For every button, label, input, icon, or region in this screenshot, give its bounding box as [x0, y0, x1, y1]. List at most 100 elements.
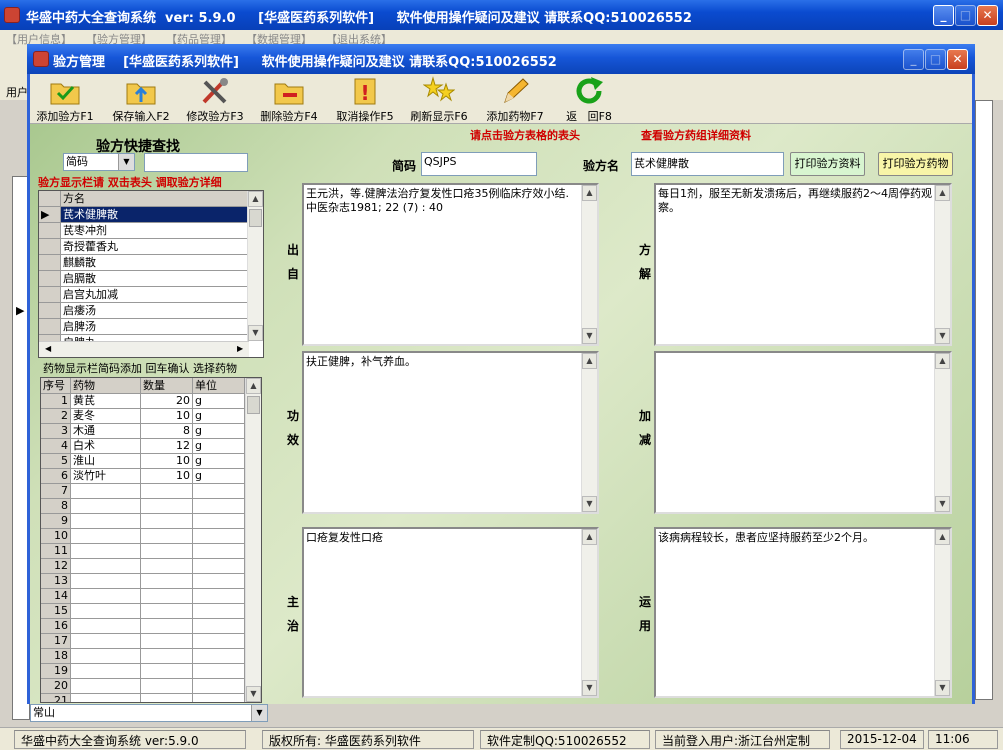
drug-cell-unit[interactable]: [193, 529, 245, 543]
recipe-name-cell[interactable]: 芪枣冲剂: [61, 223, 249, 238]
combo-down-arrow-icon[interactable]: ▼: [251, 705, 267, 721]
recipe-list-hscrollbar[interactable]: ◀ ▶: [39, 341, 249, 357]
drug-cell-name[interactable]: 淮山: [71, 454, 141, 468]
drug-cell-name[interactable]: 木通: [71, 424, 141, 438]
drug-cell-qty[interactable]: 10: [141, 454, 193, 468]
drug-cell-qty[interactable]: 12: [141, 439, 193, 453]
scroll-up-icon[interactable]: ▲: [246, 378, 261, 394]
scroll-down-icon[interactable]: ▼: [935, 496, 950, 512]
usage-vscrollbar[interactable]: ▲ ▼: [934, 529, 950, 696]
drug-cell-name[interactable]: [71, 499, 141, 513]
delete-recipe-button[interactable]: 删除验方F4: [254, 74, 324, 124]
recipe-name-field[interactable]: 芪术健脾散: [631, 152, 784, 176]
drug-cell-qty[interactable]: [141, 544, 193, 558]
recipe-list-row[interactable]: 启宫丸加减: [39, 287, 249, 303]
child-close-button[interactable]: ✕: [947, 49, 968, 70]
drug-cell-unit[interactable]: g: [193, 409, 245, 423]
method-textarea[interactable]: 每日1剂，服至无新发溃疡后，再继续服药2～4周停药观察。 ▲ ▼: [654, 183, 952, 346]
drug-cell-name[interactable]: [71, 484, 141, 498]
recipe-list-header[interactable]: 方名: [39, 191, 249, 207]
drug-table-row[interactable]: 4 白术 12 g: [41, 439, 245, 454]
drug-cell-name[interactable]: [71, 559, 141, 573]
drug-cell-qty[interactable]: [141, 559, 193, 573]
drug-cell-unit[interactable]: [193, 484, 245, 498]
drug-header-name[interactable]: 药物: [71, 378, 141, 393]
drug-table-row[interactable]: 17: [41, 634, 245, 649]
add-recipe-button[interactable]: 添加验方F1: [30, 74, 100, 124]
code-field[interactable]: QSJPS: [421, 152, 537, 176]
recipe-name-cell[interactable]: 启痿汤: [61, 303, 249, 318]
drug-table-row[interactable]: 18: [41, 649, 245, 664]
drug-cell-unit[interactable]: [193, 664, 245, 678]
source-textarea[interactable]: 王元洪，等.健脾法治疗复发性口疮35例临床疗效小结.中医杂志1981; 22 (…: [302, 183, 599, 346]
drug-table-row[interactable]: 3 木通 8 g: [41, 424, 245, 439]
drug-cell-qty[interactable]: [141, 604, 193, 618]
drug-table-row[interactable]: 5 淮山 10 g: [41, 454, 245, 469]
scroll-up-icon[interactable]: ▲: [248, 191, 263, 207]
search-input[interactable]: [144, 153, 248, 172]
drug-table-row[interactable]: 10: [41, 529, 245, 544]
drug-cell-qty[interactable]: [141, 514, 193, 528]
drug-table-scroll-thumb[interactable]: [247, 396, 260, 414]
drug-cell-name[interactable]: [71, 664, 141, 678]
drug-cell-unit[interactable]: [193, 649, 245, 663]
chevron-down-icon[interactable]: ▼: [118, 154, 134, 170]
print-recipe-drugs-button[interactable]: 打印验方药物: [878, 152, 953, 176]
recipe-name-cell[interactable]: 启膈散: [61, 271, 249, 286]
child-maximize-button[interactable]: □: [925, 49, 946, 70]
drug-cell-qty[interactable]: [141, 619, 193, 633]
recipe-list-scroll-thumb[interactable]: [249, 209, 262, 227]
recipe-list-row[interactable]: 奇授藿香丸: [39, 239, 249, 255]
drug-cell-qty[interactable]: [141, 694, 193, 702]
effect-textarea[interactable]: 扶正健脾，补气养血。 ▲ ▼: [302, 351, 599, 514]
drug-cell-unit[interactable]: [193, 559, 245, 573]
recipe-name-cell[interactable]: 奇授藿香丸: [61, 239, 249, 254]
drug-table-row[interactable]: 11: [41, 544, 245, 559]
drug-cell-qty[interactable]: [141, 484, 193, 498]
drug-cell-name[interactable]: [71, 694, 141, 702]
drug-cell-unit[interactable]: [193, 514, 245, 528]
drug-cell-qty[interactable]: 8: [141, 424, 193, 438]
drug-table-row[interactable]: 1 黄芪 20 g: [41, 394, 245, 409]
drug-table-row[interactable]: 12: [41, 559, 245, 574]
save-input-button[interactable]: 保存输入F2: [106, 74, 176, 124]
row-indicator[interactable]: [39, 319, 61, 334]
indication-vscrollbar[interactable]: ▲ ▼: [581, 529, 597, 696]
main-bottom-combo[interactable]: 常山 ▼: [30, 704, 270, 722]
row-indicator[interactable]: [39, 287, 61, 302]
drug-cell-unit[interactable]: g: [193, 469, 245, 483]
usage-textarea[interactable]: 该病病程较长，患者应坚持服药至少2个月。 ▲ ▼: [654, 527, 952, 698]
drug-cell-qty[interactable]: [141, 589, 193, 603]
drug-cell-unit[interactable]: [193, 604, 245, 618]
row-pointer-icon[interactable]: ▶: [39, 207, 61, 222]
modify-textarea[interactable]: ▲ ▼: [654, 351, 952, 514]
drug-cell-name[interactable]: [71, 574, 141, 588]
main-close-button[interactable]: ✕: [977, 5, 998, 26]
drug-cell-name[interactable]: [71, 634, 141, 648]
scroll-up-icon[interactable]: ▲: [935, 529, 950, 545]
refresh-display-button[interactable]: 刷新显示F6: [404, 74, 474, 124]
drug-table-row[interactable]: 19: [41, 664, 245, 679]
drug-cell-qty[interactable]: [141, 634, 193, 648]
modify-recipe-button[interactable]: 修改验方F3: [180, 74, 250, 124]
drug-table-row[interactable]: 20: [41, 679, 245, 694]
scroll-down-icon[interactable]: ▼: [246, 686, 261, 702]
row-indicator[interactable]: [39, 303, 61, 318]
scroll-down-icon[interactable]: ▼: [935, 680, 950, 696]
drug-cell-name[interactable]: [71, 679, 141, 693]
main-maximize-button[interactable]: □: [955, 5, 976, 26]
drug-table-row[interactable]: 6 淡竹叶 10 g: [41, 469, 245, 484]
drug-cell-unit[interactable]: [193, 574, 245, 588]
drug-cell-name[interactable]: [71, 604, 141, 618]
scroll-down-icon[interactable]: ▼: [582, 328, 597, 344]
drug-cell-qty[interactable]: 10: [141, 469, 193, 483]
scroll-right-icon[interactable]: ▶: [237, 344, 243, 353]
scroll-up-icon[interactable]: ▲: [582, 353, 597, 369]
drug-cell-unit[interactable]: g: [193, 439, 245, 453]
row-indicator[interactable]: [39, 271, 61, 286]
recipe-name-cell[interactable]: 启宫丸加减: [61, 287, 249, 302]
scroll-up-icon[interactable]: ▲: [935, 185, 950, 201]
drug-cell-name[interactable]: 白术: [71, 439, 141, 453]
drug-table-row[interactable]: 15: [41, 604, 245, 619]
drug-cell-qty[interactable]: 10: [141, 409, 193, 423]
